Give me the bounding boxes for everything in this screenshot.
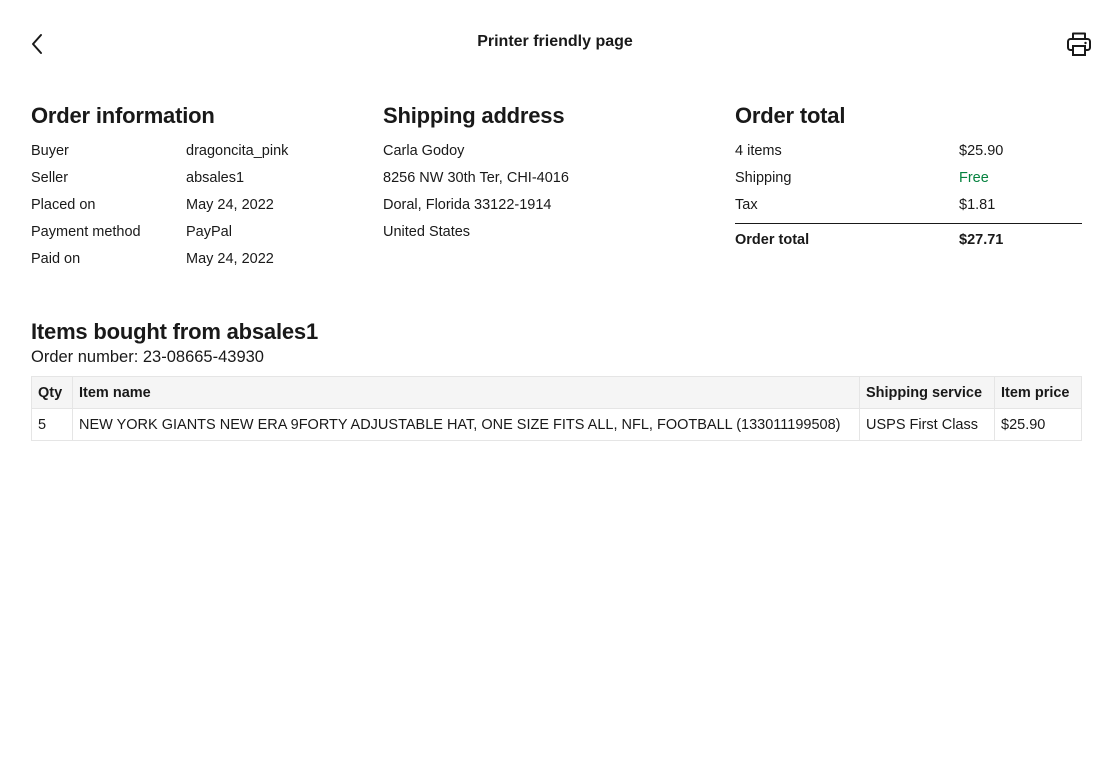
paid-on-row: Paid on May 24, 2022 [31, 246, 361, 273]
items-section: Items bought from absales1 Order number:… [31, 318, 1082, 441]
payment-method-value: PayPal [186, 224, 232, 240]
header-bar: Printer friendly page [0, 0, 1118, 88]
payment-method-row: Payment method PayPal [31, 219, 361, 246]
shipping-address-section: Shipping address Carla Godoy 8256 NW 30t… [383, 102, 713, 246]
shipping-service-column-header: Shipping service [859, 376, 995, 409]
address-street: 8256 NW 30th Ter, CHI-4016 [383, 170, 569, 186]
order-total-row: Order total $27.71 [735, 227, 1082, 254]
placed-on-row: Placed on May 24, 2022 [31, 192, 361, 219]
order-total-title: Order total [735, 103, 846, 128]
order-total-section: Order total 4 items $25.90 Shipping Free… [735, 102, 1082, 254]
order-total-value: $27.71 [959, 232, 1004, 248]
item-name: NEW YORK GIANTS NEW ERA 9FORTY ADJUSTABL… [72, 408, 860, 441]
placed-on-label: Placed on [31, 197, 96, 213]
items-bought-title: Items bought from absales1 [31, 319, 318, 344]
seller-row: Seller absales1 [31, 165, 361, 192]
printer-friendly-page: Printer friendly page Order information … [0, 0, 1118, 768]
items-table-header-row: Qty Item name Shipping service Item pric… [31, 376, 1082, 409]
placed-on-value: May 24, 2022 [186, 197, 274, 213]
address-city-state-zip: Doral, Florida 33122-1914 [383, 197, 552, 213]
order-information-title: Order information [31, 103, 215, 128]
item-name-column-header: Item name [72, 376, 860, 409]
shipping-cost-row: Shipping Free [735, 165, 1082, 192]
item-shipping-service: USPS First Class [859, 408, 995, 441]
address-country: United States [383, 224, 471, 240]
address-name: Carla Godoy [383, 143, 465, 159]
items-subtotal-value: $25.90 [959, 143, 1004, 159]
seller-label: Seller [31, 170, 69, 186]
buyer-value: dragoncita_pink [186, 143, 289, 159]
paid-on-value: May 24, 2022 [186, 251, 274, 267]
printer-icon [1067, 32, 1091, 56]
table-row: 5 NEW YORK GIANTS NEW ERA 9FORTY ADJUSTA… [31, 408, 1082, 441]
print-button[interactable] [1062, 28, 1096, 60]
tax-value: $1.81 [959, 197, 996, 213]
item-price-column-header: Item price [994, 376, 1082, 409]
page-title: Printer friendly page [477, 33, 633, 50]
buyer-row: Buyer dragoncita_pink [31, 138, 361, 165]
item-qty: 5 [31, 408, 73, 441]
tax-label: Tax [735, 197, 758, 213]
items-subtotal-row: 4 items $25.90 [735, 138, 1082, 165]
total-divider [735, 223, 1082, 224]
order-information-section: Order information Buyer dragoncita_pink … [31, 102, 361, 273]
shipping-cost-value: Free [959, 170, 989, 186]
buyer-label: Buyer [31, 143, 69, 159]
order-total-label: Order total [735, 232, 810, 248]
seller-value: absales1 [186, 170, 245, 186]
item-price: $25.90 [994, 408, 1082, 441]
order-number: Order number: 23-08665-43930 [31, 348, 264, 366]
payment-method-label: Payment method [31, 224, 141, 240]
items-table: Qty Item name Shipping service Item pric… [31, 376, 1082, 441]
shipping-address-title: Shipping address [383, 103, 565, 128]
tax-row: Tax $1.81 [735, 192, 1082, 219]
paid-on-label: Paid on [31, 251, 81, 267]
items-count-label: 4 items [735, 143, 782, 159]
qty-column-header: Qty [31, 376, 73, 409]
shipping-cost-label: Shipping [735, 170, 792, 186]
